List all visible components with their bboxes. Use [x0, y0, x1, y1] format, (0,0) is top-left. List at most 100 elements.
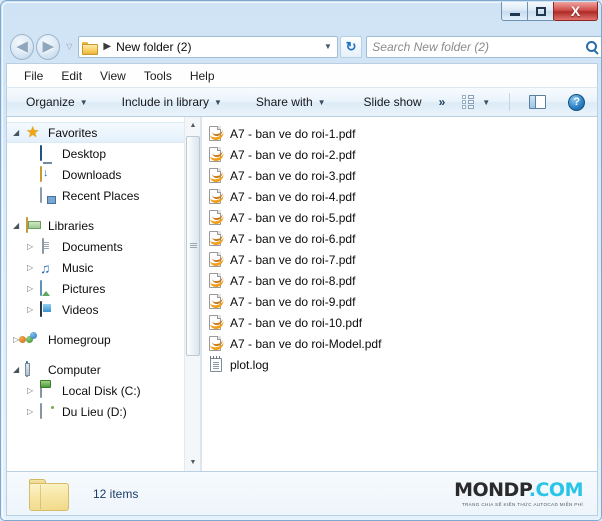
file-name: A7 - ban ve do roi-2.pdf: [230, 147, 356, 162]
expand-collapse-icon[interactable]: ▷: [27, 407, 40, 416]
nav-item-local-disk-c[interactable]: ▷ Local Disk (C:): [7, 380, 200, 401]
nav-label-documents: Documents: [62, 239, 123, 254]
expand-collapse-icon[interactable]: ◢: [13, 128, 26, 137]
file-list-item[interactable]: A7 - ban ve do roi-10.pdf: [206, 312, 597, 333]
downloads-icon: [40, 165, 56, 183]
expand-collapse-icon[interactable]: ▷: [27, 263, 40, 272]
nav-item-pictures[interactable]: ▷ Pictures: [7, 278, 200, 299]
scroll-down-button[interactable]: ▼: [185, 454, 200, 471]
address-dropdown-icon[interactable]: ▼: [324, 42, 334, 51]
nav-item-desktop[interactable]: Desktop: [7, 143, 200, 164]
nav-group-libraries[interactable]: ◢ Libraries: [7, 215, 200, 236]
music-icon: ♫: [40, 259, 51, 276]
include-in-library-button[interactable]: Include in library ▼: [113, 91, 231, 113]
back-button[interactable]: ◀: [10, 33, 35, 60]
nav-label-pictures: Pictures: [62, 281, 106, 296]
file-list-item[interactable]: A7 - ban ve do roi-6.pdf: [206, 228, 597, 249]
drive-icon: [40, 402, 56, 420]
refresh-button[interactable]: ↻: [339, 35, 363, 58]
file-list-item[interactable]: A7 - ban ve do roi-8.pdf: [206, 270, 597, 291]
file-name: A7 - ban ve do roi-8.pdf: [230, 273, 356, 288]
scrollbar-thumb[interactable]: [186, 136, 200, 356]
forward-arrow-icon: ▶: [42, 38, 55, 55]
change-view-button[interactable]: ▼: [453, 91, 499, 114]
nav-item-videos[interactable]: ▷ Videos: [7, 299, 200, 320]
navigation-scrollbar[interactable]: ▲ ▼: [184, 117, 200, 471]
log-file-icon: [209, 356, 225, 373]
search-icon: [585, 41, 597, 52]
file-name: A7 - ban ve do roi-1.pdf: [230, 126, 356, 141]
minimize-button[interactable]: [501, 2, 528, 21]
forward-button[interactable]: ▶: [36, 33, 61, 60]
menu-item-view[interactable]: View: [91, 67, 135, 85]
nav-group-computer[interactable]: ◢ Computer: [7, 359, 200, 380]
nav-label-homegroup: Homegroup: [48, 332, 111, 347]
file-name: A7 - ban ve do roi-Model.pdf: [230, 336, 382, 351]
scroll-up-button[interactable]: ▲: [185, 117, 200, 134]
maximize-button[interactable]: [527, 2, 554, 21]
file-list-item[interactable]: A7 - ban ve do roi-9.pdf: [206, 291, 597, 312]
recent-pages-button[interactable]: ▽: [63, 42, 75, 51]
file-name: plot.log: [230, 357, 269, 372]
caption-button-group: X: [501, 2, 598, 21]
nav-item-recent-places[interactable]: Recent Places: [7, 185, 200, 206]
expand-collapse-icon[interactable]: ▷: [27, 284, 40, 293]
slide-show-button[interactable]: Slide show: [355, 91, 431, 113]
organize-label: Organize: [26, 95, 75, 109]
toolbar-overflow-button[interactable]: »: [431, 91, 454, 113]
nav-item-music[interactable]: ▷ ♫ Music: [7, 257, 200, 278]
status-bar: 12 items MONDP.COM TRANG CHIA SẾ KIẾN TH…: [6, 472, 598, 516]
include-in-library-label: Include in library: [121, 95, 209, 109]
menu-item-help[interactable]: Help: [181, 67, 224, 85]
file-list-item[interactable]: A7 - ban ve do roi-Model.pdf: [206, 333, 597, 354]
share-with-label: Share with: [255, 95, 313, 109]
expand-collapse-icon[interactable]: ▷: [27, 386, 40, 395]
nav-item-downloads[interactable]: Downloads: [7, 164, 200, 185]
file-name: A7 - ban ve do roi-7.pdf: [230, 252, 356, 267]
search-input[interactable]: [372, 39, 586, 54]
share-with-button[interactable]: Share with ▼: [247, 91, 335, 113]
title-bar: X: [1, 1, 601, 30]
nav-item-du-lieu-d[interactable]: ▷ Du Lieu (D:): [7, 401, 200, 422]
file-list-item[interactable]: A7 - ban ve do roi-5.pdf: [206, 207, 597, 228]
back-arrow-icon: ◀: [16, 38, 28, 55]
nav-group-favorites[interactable]: ◢ ★ Favorites: [7, 122, 200, 143]
show-preview-pane-button[interactable]: [520, 91, 555, 113]
file-list-item[interactable]: A7 - ban ve do roi-2.pdf: [206, 144, 597, 165]
file-list-item[interactable]: A7 - ban ve do roi-4.pdf: [206, 186, 597, 207]
nav-label-recent-places: Recent Places: [62, 188, 140, 203]
menu-item-file[interactable]: File: [15, 67, 52, 85]
help-button[interactable]: ?: [559, 90, 594, 115]
file-name: A7 - ban ve do roi-3.pdf: [230, 168, 356, 183]
close-button[interactable]: X: [553, 2, 598, 21]
nav-group-homegroup[interactable]: ▷ Homegroup: [7, 329, 200, 350]
watermark-tagline: TRANG CHIA SẾ KIẾN THỨC AUTOCAD MIỄN PHÍ: [461, 501, 583, 507]
watermark-logo-tld: .COM: [528, 478, 584, 501]
expand-collapse-icon[interactable]: ▷: [27, 305, 40, 314]
file-list-item[interactable]: A7 - ban ve do roi-3.pdf: [206, 165, 597, 186]
watermark-logo-name: MONDP: [454, 478, 529, 501]
nav-item-documents[interactable]: ▷ Documents: [7, 236, 200, 257]
item-count-label: 12 items: [93, 486, 139, 501]
nav-label-favorites: Favorites: [48, 125, 98, 140]
menu-item-edit[interactable]: Edit: [52, 67, 91, 85]
pdf-file-icon: [209, 314, 225, 331]
documents-icon: [40, 237, 56, 255]
pdf-file-icon: [209, 209, 225, 226]
refresh-icon: ↻: [345, 38, 357, 54]
file-list-item[interactable]: A7 - ban ve do roi-7.pdf: [206, 249, 597, 270]
menu-item-tools[interactable]: Tools: [135, 67, 181, 85]
file-list-item[interactable]: plot.log: [206, 354, 597, 375]
address-bar[interactable]: ▶ New folder (2) ▼: [78, 35, 338, 58]
expand-collapse-icon[interactable]: ▷: [27, 242, 40, 251]
nav-label-libraries: Libraries: [48, 218, 95, 233]
search-box[interactable]: [366, 35, 601, 58]
breadcrumb-path[interactable]: New folder (2): [116, 40, 191, 54]
expand-collapse-icon[interactable]: ◢: [13, 221, 26, 230]
file-list-pane[interactable]: A7 - ban ve do roi-1.pdf A7 - ban ve do …: [202, 117, 597, 471]
toolbar-divider: [509, 93, 511, 111]
organize-button[interactable]: Organize ▼: [17, 91, 97, 113]
pdf-file-icon: [209, 167, 225, 184]
file-list-item[interactable]: A7 - ban ve do roi-1.pdf: [206, 123, 597, 144]
address-bar-row: ◀ ▶ ▽ ▶ New folder (2) ▼ ↻: [1, 30, 601, 63]
